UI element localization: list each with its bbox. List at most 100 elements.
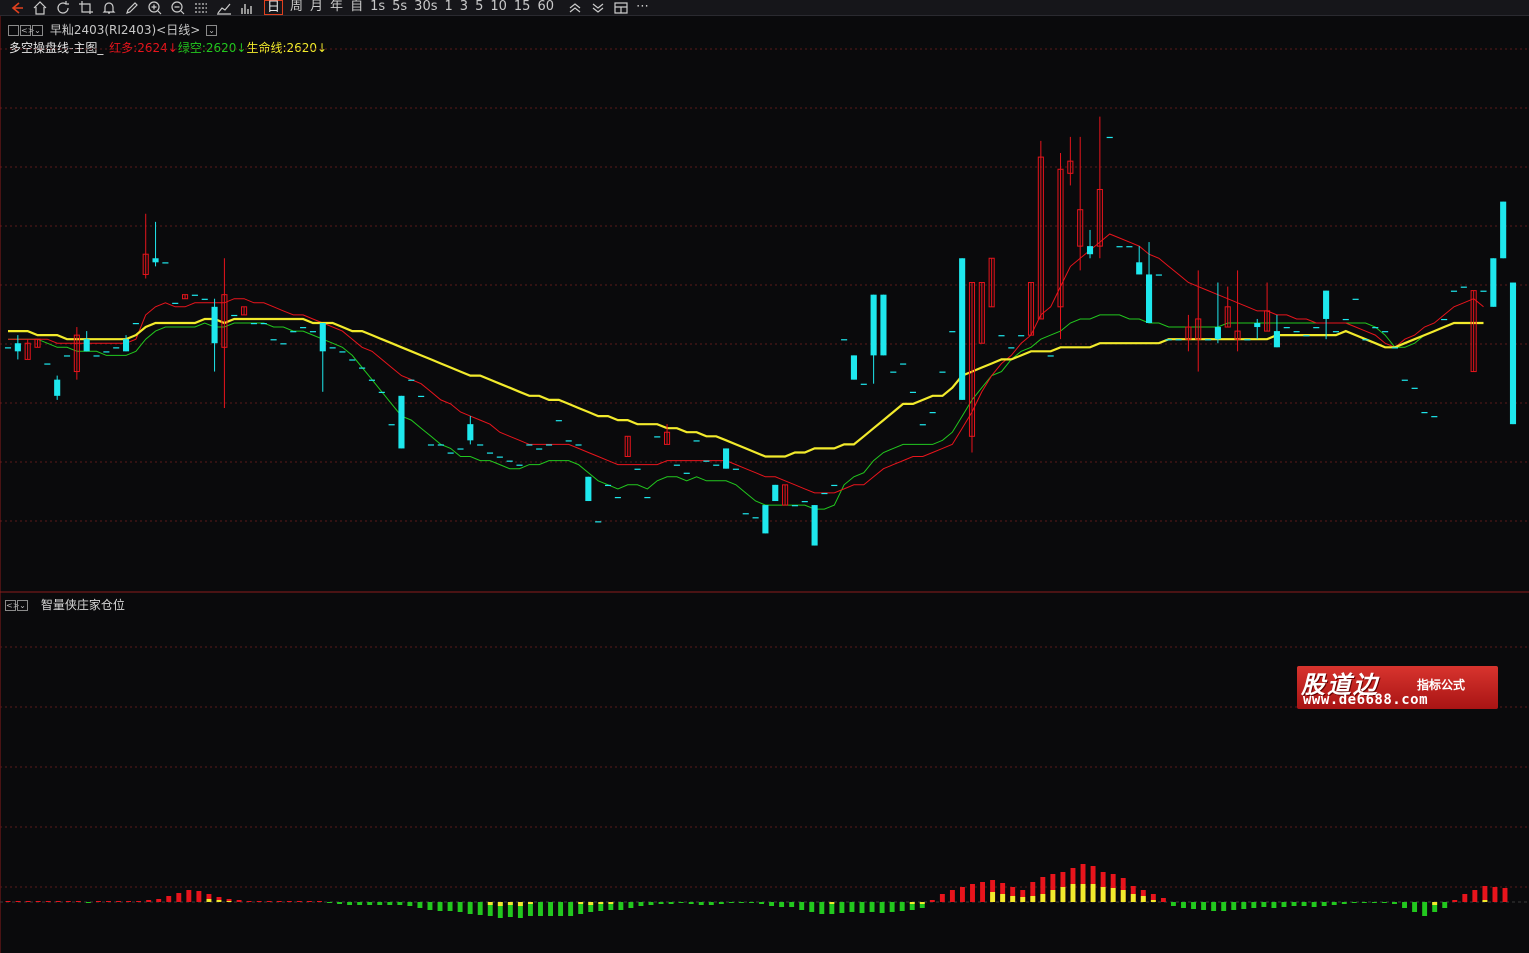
period-tab-10[interactable]: 5 — [475, 0, 483, 15]
candle-body — [309, 331, 316, 333]
layout-icon — [614, 2, 628, 14]
sub-red-bar — [236, 900, 242, 902]
candle-body — [93, 355, 100, 357]
zoom-out-button[interactable] — [170, 0, 186, 15]
sub-green-bar — [769, 902, 775, 906]
candle-body — [44, 363, 51, 365]
candle-body — [1391, 347, 1399, 349]
sub-green-bar — [1271, 902, 1277, 908]
sub-green-bar — [407, 902, 413, 906]
period-tab-9[interactable]: 3 — [460, 0, 468, 15]
back-button[interactable] — [9, 0, 25, 15]
sub-red-bar — [286, 901, 292, 902]
period-tab-6[interactable]: 5s — [392, 0, 407, 15]
sub-red-bar — [126, 901, 132, 902]
period-tab-4[interactable]: 自 — [350, 0, 363, 15]
candle-body — [604, 484, 612, 487]
candle-body — [870, 294, 877, 356]
sub-yellow-bar — [206, 899, 212, 902]
candle-body — [565, 440, 572, 442]
refresh-button[interactable] — [55, 0, 71, 15]
sub-red-bar — [970, 884, 975, 902]
sub-yellow-bar — [1482, 900, 1488, 902]
sub-red-bar — [939, 894, 945, 902]
period-tab-0[interactable]: 日 — [264, 0, 284, 15]
life-line-series — [8, 317, 1484, 458]
candle-body — [516, 464, 523, 466]
candle-body — [290, 331, 297, 333]
period-tab-11[interactable]: 10 — [490, 0, 507, 15]
sub-red-bar — [1472, 890, 1478, 902]
sub-green-bar — [789, 902, 795, 907]
candle-body — [398, 395, 405, 449]
sub-green-bar — [1321, 902, 1327, 906]
crop-button[interactable] — [78, 0, 94, 15]
period-tab-2[interactable]: 月 — [310, 0, 323, 15]
sub-yellow-bar — [1020, 897, 1026, 902]
sub-red-bar — [176, 893, 182, 902]
alert-button[interactable] — [101, 0, 117, 15]
period-tab-8[interactable]: 1 — [445, 0, 453, 15]
sub-yellow-bar — [1080, 884, 1086, 902]
line-chart-button[interactable] — [216, 0, 232, 15]
sub-green-bar — [1442, 902, 1448, 908]
sub-green-bar — [1170, 902, 1176, 906]
sub-yellow-bar — [1150, 900, 1156, 902]
period-tab-1[interactable]: 周 — [290, 0, 303, 15]
layout-button[interactable] — [613, 0, 629, 15]
candle-body — [339, 351, 346, 353]
sub-yellow-bar — [1120, 890, 1126, 902]
sub-red-bar — [949, 890, 955, 902]
period-tab-12[interactable]: 15 — [514, 0, 531, 15]
collapse-up-button[interactable] — [567, 0, 583, 15]
zoom-in-icon — [148, 1, 162, 15]
sub-red-bar — [316, 901, 322, 902]
chart-area[interactable] — [0, 16, 1529, 953]
watermark-url: www.de6688.com — [1303, 692, 1429, 708]
candle-body — [1411, 387, 1418, 389]
candle-body — [1047, 355, 1054, 357]
candle-body — [54, 379, 61, 396]
period-tab-7[interactable]: 30s — [414, 0, 437, 15]
sub-green-bar — [1422, 902, 1428, 916]
zoom-in-button[interactable] — [147, 0, 163, 15]
period-tab-5[interactable]: 1s — [370, 0, 385, 15]
sub-red-bar — [55, 901, 61, 902]
candle-body — [378, 391, 385, 393]
sub-green-bar — [1201, 902, 1207, 910]
candle-body — [447, 452, 454, 454]
sub-green-bar — [779, 902, 785, 907]
period-tab-13[interactable]: 60 — [537, 0, 554, 15]
sub-green-bar — [1331, 902, 1337, 905]
sub-green-bar — [618, 902, 624, 910]
sub-green-bar — [839, 902, 845, 913]
sub-green-bar — [668, 902, 674, 904]
sub-yellow-bar — [1130, 894, 1136, 902]
candle-body — [919, 424, 926, 426]
sub-yellow-bar — [829, 902, 835, 904]
candle-body — [437, 444, 444, 446]
candle-body — [1352, 298, 1359, 300]
more-button[interactable]: ⋯ — [636, 0, 649, 15]
sub-green-bar — [377, 902, 383, 905]
candle-body — [191, 294, 198, 296]
sub-red-bar — [116, 901, 121, 902]
sub-red-bar — [25, 901, 31, 902]
candle-body — [477, 444, 484, 446]
sub-green-bar — [718, 902, 724, 904]
bar-chart-button[interactable] — [239, 0, 255, 15]
refresh-icon — [57, 1, 69, 14]
sub-green-bar — [1221, 902, 1227, 911]
candle-body — [890, 371, 897, 373]
sub-red-bar — [960, 887, 965, 902]
period-tab-3[interactable]: 年 — [330, 0, 343, 15]
sub-red-bar — [166, 896, 172, 902]
draw-button[interactable] — [124, 0, 140, 15]
home-button[interactable] — [32, 0, 48, 15]
grid-button[interactable] — [193, 0, 209, 15]
line-chart-icon — [217, 3, 231, 15]
sub-green-bar — [568, 902, 574, 916]
expand-down-button[interactable] — [590, 0, 606, 15]
sub-red-bar — [95, 901, 101, 902]
sub-green-bar — [688, 902, 694, 904]
